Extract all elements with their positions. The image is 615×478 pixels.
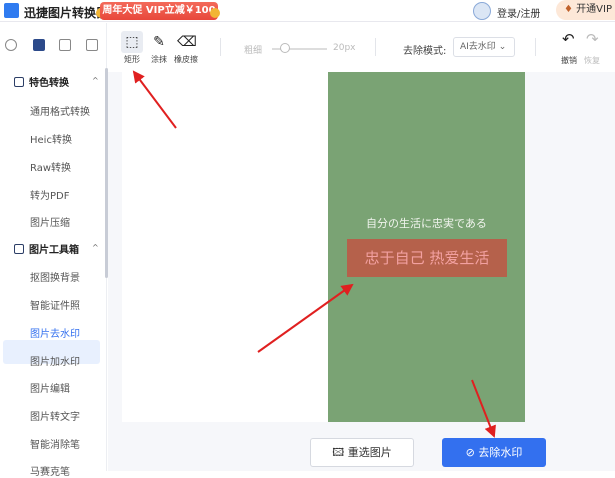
convert-nav-icon[interactable] [5, 39, 17, 51]
divider [375, 38, 376, 56]
app-logo-icon [4, 3, 19, 18]
undo-label[interactable]: 撤销 [561, 55, 577, 66]
redo-icon[interactable]: ↷ [586, 30, 599, 48]
sidebar-item[interactable]: 图片编辑 [30, 380, 70, 395]
vip-diamond-icon: ♦ [564, 4, 573, 15]
sidebar-item[interactable]: 转为PDF [30, 187, 69, 202]
sidebar-item[interactable]: 图片加水印 [30, 353, 80, 368]
group-image-toolbox[interactable]: 图片工具箱 [14, 241, 79, 256]
remove-label: 去除水印 [478, 446, 523, 459]
sidebar: 特色转换 ^ 通用格式转换 Heic转换 Raw转换 转为PDF 图片压缩 图片… [0, 23, 107, 478]
reselect-image-button[interactable]: 🖾 重选图片 [310, 438, 414, 467]
redo-label[interactable]: 恢复 [584, 55, 600, 66]
eraser-label: 橡皮擦 [174, 55, 198, 64]
vip-button[interactable]: ♦ 开通VIP [556, 0, 615, 20]
promo-banner[interactable]: 周年大促 VIP立减￥100 [100, 2, 218, 20]
rect-label: 矩形 [124, 55, 140, 64]
rectangle-tool-icon[interactable]: ⬚ [121, 31, 143, 53]
undo-icon[interactable]: ↶ [562, 30, 575, 48]
reselect-label: 重选图片 [347, 446, 392, 459]
divider [220, 38, 221, 56]
remove-watermark-button[interactable]: ⊘ 去除水印 [442, 438, 546, 467]
image-text: 自分の生活に忠実である [366, 217, 487, 230]
image-icon: 🖾 [332, 446, 345, 459]
mode-label: 去除模式: [403, 46, 447, 57]
toolbox-nav-icon[interactable] [33, 39, 45, 51]
sidebar-item-remove-watermark[interactable]: 图片去水印 [30, 325, 80, 340]
copy-nav-icon[interactable] [86, 39, 98, 51]
chevron-up-icon[interactable]: ^ [92, 76, 99, 85]
mode-select[interactable]: AI去水印 ⌄ [453, 37, 515, 57]
group-label: 图片工具箱 [29, 245, 79, 256]
chevron-down-icon: ⌄ [498, 42, 507, 52]
thickness-label: 粗细 [244, 46, 263, 56]
sidebar-item[interactable]: 通用格式转换 [30, 103, 90, 118]
mode-value: AI去水印 [460, 42, 496, 52]
sidebar-item[interactable]: 智能消除笔 [30, 436, 80, 451]
convert-icon [14, 77, 24, 87]
smear-label: 涂抹 [151, 55, 167, 64]
avatar-icon[interactable] [473, 2, 491, 20]
group-feature-convert[interactable]: 特色转换 [14, 74, 69, 89]
group-label: 特色转换 [29, 78, 69, 89]
thickness-value: 20px [333, 43, 356, 53]
divider [535, 38, 536, 56]
vip-label: 开通VIP [576, 4, 612, 15]
toolbox-icon [14, 244, 24, 254]
brush-tool-icon[interactable]: ✎ [148, 31, 170, 53]
watermark-selection[interactable]: 忠于自己 热爱生活 [347, 239, 507, 277]
slider-handle[interactable] [280, 43, 290, 53]
sidebar-item[interactable]: 智能证件照 [30, 297, 80, 312]
coin-icon [210, 8, 220, 18]
watermark-icon: ⊘ [465, 446, 475, 459]
sidebar-item[interactable]: Heic转换 [30, 131, 72, 146]
image-nav-icon[interactable] [59, 39, 71, 51]
title-bar: 迅捷图片转换器 周年大促 VIP立减￥100 登录/注册 ♦ 开通VIP [0, 0, 615, 22]
sidebar-item[interactable]: 图片转文字 [30, 408, 80, 423]
login-link[interactable]: 登录/注册 [497, 5, 540, 20]
sidebar-item[interactable]: 抠图换背景 [30, 269, 80, 284]
sidebar-item[interactable]: Raw转换 [30, 159, 71, 174]
eraser-tool-icon[interactable]: ⌫ [176, 31, 198, 53]
sidebar-item[interactable]: 图片压缩 [30, 214, 70, 229]
chevron-up-icon[interactable]: ^ [92, 243, 99, 252]
